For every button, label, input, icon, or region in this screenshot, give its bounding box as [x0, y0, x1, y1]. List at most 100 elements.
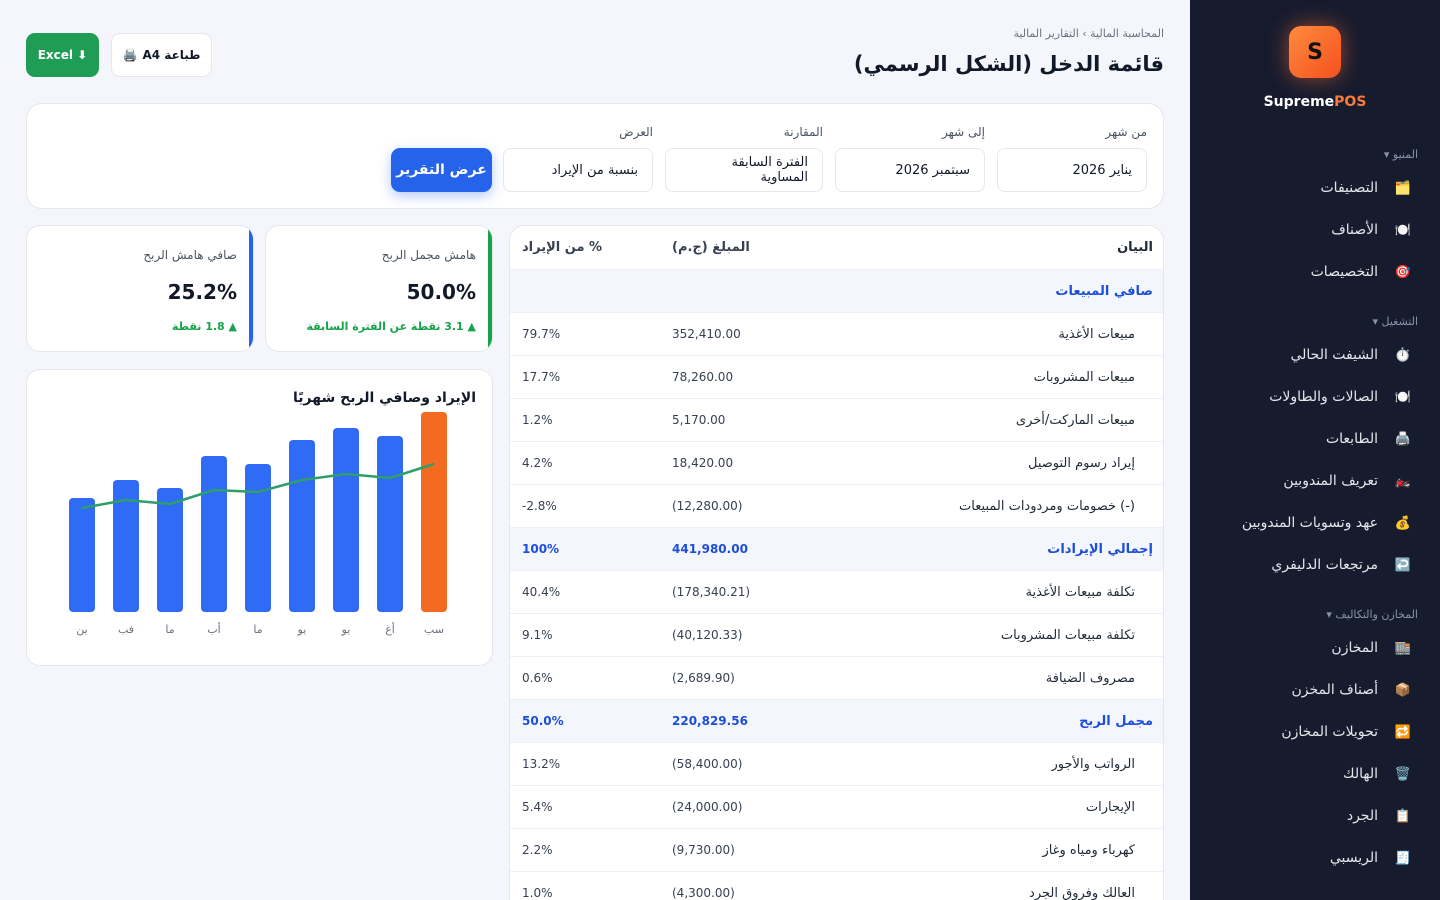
- row-label: مبيعات الماركت/أخرى: [1015, 413, 1135, 428]
- sidebar-item-label: عهد وتسويات المندوبين: [1241, 515, 1378, 531]
- table-row: مبيعات المشروبات 78,260.00 17.7%: [510, 356, 1163, 399]
- chart-bar[interactable]: [333, 428, 359, 612]
- sidebar-item[interactable]: 🍽️ الأصناف: [1190, 209, 1440, 251]
- header-pct: % من الإيراد: [522, 240, 603, 255]
- chart-bar[interactable]: [69, 498, 95, 612]
- chart-bar[interactable]: [157, 488, 183, 612]
- sidebar-item-label: الصالات والطاولات: [1269, 389, 1378, 405]
- table-total-row: مجمل الربح 220,829.56 50.0%: [510, 700, 1163, 743]
- brand-main: Supreme: [1263, 94, 1335, 110]
- warehouse-icon: 🏬: [1394, 640, 1412, 656]
- row-pct: 5.4%: [522, 800, 553, 814]
- row-pct: 1.2%: [522, 413, 553, 427]
- dish-icon: 🍽️: [1394, 389, 1412, 405]
- row-amount: 352,410.00: [672, 327, 741, 341]
- sidebar-item[interactable]: 💰 عهد وتسويات المندوبين: [1190, 502, 1440, 544]
- row-amount: (58,400.00): [672, 757, 743, 771]
- row-amount: (4,300.00): [672, 886, 735, 900]
- nav-section-title[interactable]: التشغيل ▾: [1190, 315, 1440, 328]
- chart-x-tick-label: يو: [297, 623, 307, 636]
- sidebar-item[interactable]: 🧾 الريسبي: [1190, 837, 1440, 879]
- sidebar-item[interactable]: 🗂️ التصنيفات: [1190, 167, 1440, 209]
- table-row: تكلفة مبيعات المشروبات (40,120.33) 9.1%: [510, 614, 1163, 657]
- folder-icon: 🗂️: [1394, 180, 1412, 196]
- row-amount: 78,260.00: [672, 370, 734, 384]
- sidebar-item[interactable]: 🖨️ الطابعات: [1190, 418, 1440, 460]
- clipboard-icon: 📋: [1394, 808, 1412, 824]
- row-amount: (178,340.21): [672, 585, 751, 599]
- sidebar-item-label: الأصناف: [1331, 222, 1378, 238]
- print-a4-button[interactable]: طباعة A4 🖨️: [111, 33, 212, 77]
- row-pct: 13.2%: [522, 757, 561, 771]
- compare-select[interactable]: الفترة السابقة المساوية: [665, 148, 823, 192]
- sidebar-item-label: تحويلات المخازن: [1281, 724, 1378, 740]
- row-amount: (12,280.00): [672, 499, 743, 513]
- row-pct: 17.7%: [522, 370, 561, 384]
- printer-icon: 🖨️: [1394, 431, 1412, 447]
- table-row: الرواتب والأجور (58,400.00) 13.2%: [510, 743, 1163, 786]
- chart-bar[interactable]: [245, 464, 271, 612]
- sidebar-item[interactable]: 🏬 المخازن: [1190, 627, 1440, 669]
- table-row: مصروف الضيافة (2,689.90) 0.6%: [510, 657, 1163, 700]
- sidebar-item-label: تعريف المندوبين: [1283, 473, 1378, 489]
- sidebar-item-label: الهالك: [1343, 766, 1378, 782]
- printer-icon: 🖨️: [122, 48, 138, 62]
- sidebar-item-label: الريسبي: [1329, 850, 1378, 866]
- chart-bar[interactable]: [421, 412, 447, 612]
- row-pct: 0.6%: [522, 671, 553, 685]
- sidebar-item[interactable]: 🔁 تحويلات المخازن: [1190, 711, 1440, 753]
- sidebar-item-label: المخازن: [1331, 640, 1378, 656]
- sidebar-item-label: الشيفت الحالي: [1290, 347, 1378, 363]
- gross-margin-delta: ▲ 3.1 نقطة عن الفترة السابقة: [306, 320, 476, 333]
- row-amount: 5,170.00: [672, 413, 726, 427]
- brand-accent: POS: [1334, 94, 1367, 110]
- row-label: تكلفة مبيعات الأغذية: [1025, 585, 1135, 600]
- export-excel-button[interactable]: Excel ⬇: [26, 33, 99, 77]
- table-row: (-) خصومات ومردودات المبيعات (12,280.00) -…: [510, 485, 1163, 528]
- sidebar-item[interactable]: 🎯 التخصيصات: [1190, 251, 1440, 293]
- chart-bar[interactable]: [289, 440, 315, 612]
- chart-x-tick-label: أغ: [385, 622, 395, 636]
- row-pct: 100%: [522, 542, 560, 556]
- table-row: العالك وفروق الجرد (4,300.00) 1.0%: [510, 872, 1163, 900]
- logo[interactable]: S: [1289, 26, 1341, 78]
- row-amount: 441,980.00: [672, 542, 748, 556]
- sidebar-item[interactable]: 🏍️ تعريف المندوبين: [1190, 460, 1440, 502]
- gross-margin-value: 50.0%: [406, 280, 476, 304]
- to-month-label: إلى شهر: [941, 125, 985, 139]
- nav-section-title[interactable]: المنيو ▾: [1190, 148, 1440, 161]
- sidebar-item[interactable]: ⏱️ الشيفت الحالي: [1190, 334, 1440, 376]
- net-margin-card: صافي هامش الربح 25.2% ▲ 1.8 نقطة: [26, 225, 254, 352]
- chart-bar[interactable]: [201, 456, 227, 612]
- sidebar-item-label: الطابعات: [1325, 431, 1378, 447]
- table-row: مبيعات الأغذية 352,410.00 79.7%: [510, 313, 1163, 356]
- row-amount: 18,420.00: [672, 456, 734, 470]
- to-month-select[interactable]: سبتمبر 2026: [835, 148, 985, 192]
- from-month-select[interactable]: يناير 2026: [997, 148, 1147, 192]
- main-content: المحاسبة المالية › التقارير المالية قائم…: [26, 0, 1164, 900]
- revenue-profit-chart: ين فب ما أب ما يو يو أغ سب: [69, 412, 447, 636]
- breadcrumb[interactable]: المحاسبة المالية › التقارير المالية: [1014, 27, 1165, 40]
- table-row: تكلفة مبيعات الأغذية (178,340.21) 40.4%: [510, 571, 1163, 614]
- row-label: صافي المبيعات: [1055, 284, 1153, 299]
- table-row: الإيجارات (24,000.00) 5.4%: [510, 786, 1163, 829]
- sidebar-item-label: الجرد: [1346, 808, 1378, 824]
- trash-icon: 🗑️: [1394, 766, 1412, 782]
- sidebar-item[interactable]: 🍽️ الصالات والطاولات: [1190, 376, 1440, 418]
- show-report-button[interactable]: عرض التقرير: [391, 148, 492, 192]
- sidebar-item[interactable]: 📋 الجرد: [1190, 795, 1440, 837]
- motorcycle-icon: 🏍️: [1394, 473, 1412, 489]
- transfer-icon: 🔁: [1394, 724, 1412, 740]
- sidebar-item[interactable]: ↩️ مرتجعات الدليفري: [1190, 544, 1440, 586]
- row-label: مجمل الربح: [1079, 714, 1153, 729]
- sidebar-item[interactable]: 📦 أصناف المخزن: [1190, 669, 1440, 711]
- row-label: تكلفة مبيعات المشروبات: [1000, 628, 1135, 643]
- view-select[interactable]: بنسبة من الإيراد: [503, 148, 653, 192]
- row-label: (-) خصومات ومردودات المبيعات: [959, 499, 1135, 514]
- nav-section-title[interactable]: المخازن والتكاليف ▾: [1190, 608, 1440, 621]
- dish-icon: 🍽️: [1394, 222, 1412, 238]
- sidebar: S SupremePOS المنيو ▾ 🗂️ التصنيفات 🍽️ الأصنا…: [1190, 0, 1440, 900]
- sidebar-item[interactable]: 🗑️ الهالك: [1190, 753, 1440, 795]
- compare-label: المقارنة: [783, 125, 823, 139]
- chart-bar[interactable]: [377, 436, 403, 612]
